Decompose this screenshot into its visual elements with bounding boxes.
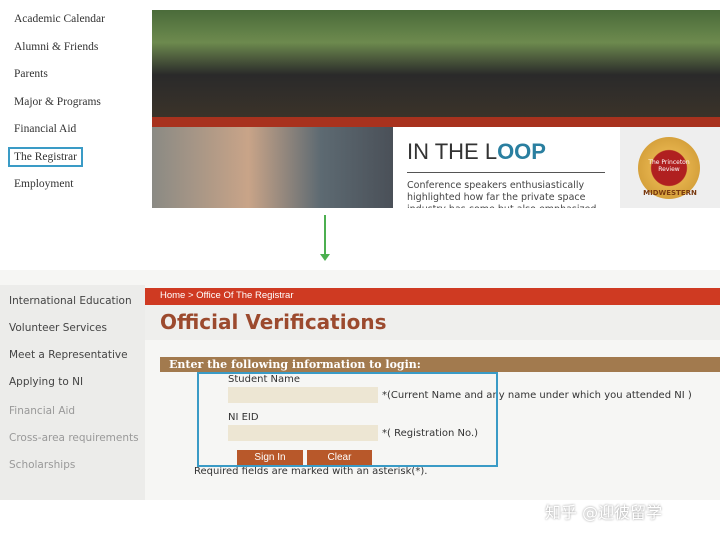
breadcrumb[interactable]: Home > Office Of The Registrar	[145, 288, 720, 305]
nav-alumni[interactable]: Alumni & Friends	[14, 41, 98, 53]
nav-majors[interactable]: Major & Programs	[14, 96, 101, 108]
nav-registrar[interactable]: The Registrar	[8, 147, 83, 167]
banner-divider	[152, 117, 720, 127]
sidebar: International Education Volunteer Servic…	[0, 285, 145, 500]
side-scholarships[interactable]: Scholarships	[9, 459, 75, 471]
loop-title-a: IN THE L	[407, 139, 498, 164]
side-intl-education[interactable]: International Education	[9, 295, 132, 307]
watermark: 知乎 @迎彼留学	[545, 503, 663, 522]
loop-title-b: OOP	[497, 139, 546, 164]
side-cross-area[interactable]: Cross-area requirements	[9, 432, 139, 444]
side-volunteer[interactable]: Volunteer Services	[9, 322, 107, 334]
lecturer-photo	[152, 127, 393, 208]
nav-parents[interactable]: Parents	[14, 68, 48, 80]
nav-employment[interactable]: Employment	[14, 178, 73, 190]
nav-academic-calendar[interactable]: Academic Calendar	[14, 13, 105, 25]
side-applying[interactable]: Applying to NI	[9, 376, 83, 388]
nav-financial-aid[interactable]: Financial Aid	[14, 123, 76, 135]
form-header: Enter the following information to login…	[160, 357, 720, 372]
arrow-down-icon	[324, 215, 326, 255]
side-meet-rep[interactable]: Meet a Representative	[9, 349, 128, 361]
loop-text: Conference speakers enthusiastically hig…	[407, 180, 596, 208]
in-the-loop-panel[interactable]: IN THE LOOP Conference speakers enthusia…	[393, 127, 620, 208]
graduation-photo	[152, 10, 720, 118]
page-title: Official Verifications	[160, 310, 387, 334]
side-financial-aid[interactable]: Financial Aid	[9, 405, 75, 417]
highlight-box	[197, 372, 498, 467]
princeton-review-badge: The Princeton Review MIDWESTERN	[620, 127, 720, 208]
required-note: Required fields are marked with an aster…	[194, 466, 428, 477]
